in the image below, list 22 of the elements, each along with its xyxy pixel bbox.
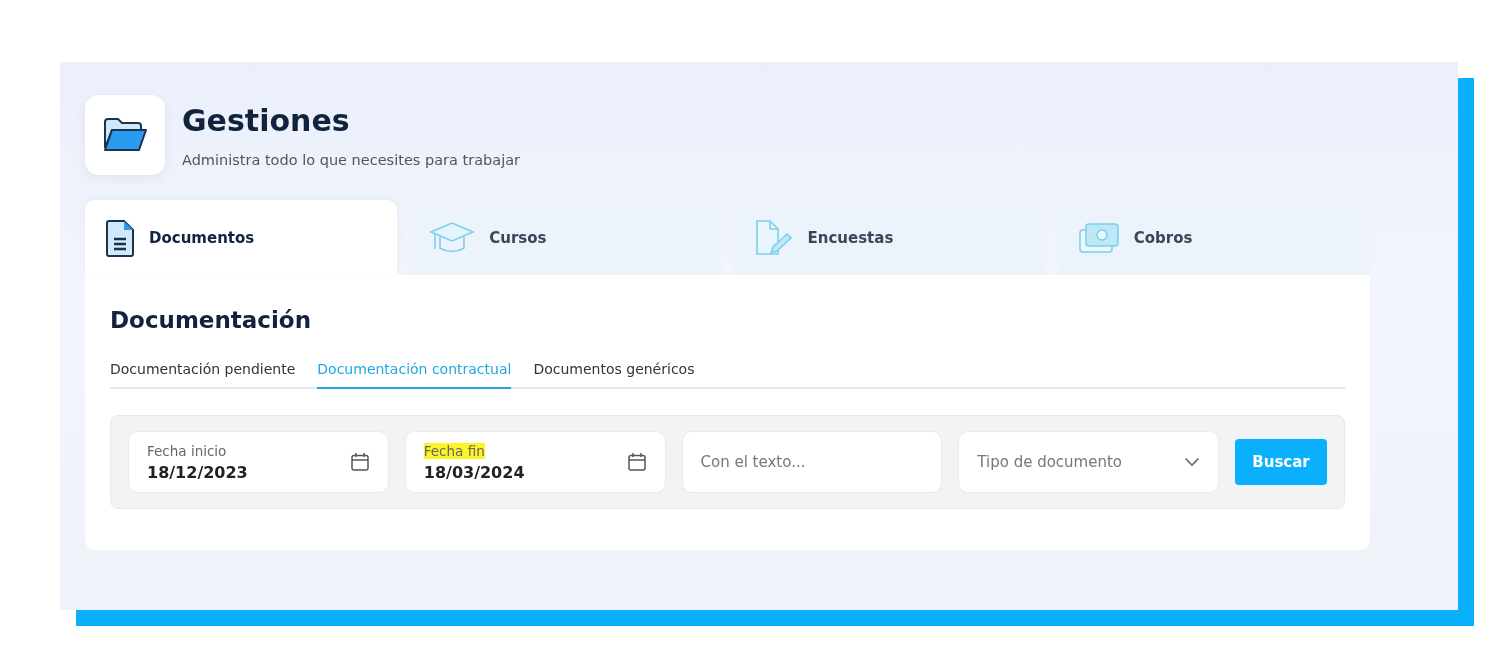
field-label: Fecha inicio [147, 442, 227, 459]
sub-tab[interactable]: Documentación pendiente [110, 361, 296, 389]
page-subtitle: Administra todo lo que necesites para trabajar [182, 151, 520, 168]
calendar-icon [626, 452, 647, 472]
sub-tab[interactable]: Documentos genéricos [533, 361, 695, 389]
category-tab[interactable]: Documentos [85, 200, 398, 275]
field-label: Fecha fin [423, 442, 485, 459]
document-icon [105, 218, 135, 257]
field-value: 18/03/2024 [423, 462, 525, 482]
page-title: Gestiones [182, 102, 351, 138]
calendar-icon [349, 452, 370, 472]
section-title: Documentación [110, 307, 313, 333]
document-pencil-icon [753, 218, 794, 257]
folder-icon [102, 116, 148, 154]
document-type-dropdown[interactable]: Tipo de documento [958, 431, 1220, 493]
chevron-down-icon [1184, 457, 1201, 467]
banknote-icon [1077, 221, 1120, 254]
field-value: 18/12/2023 [147, 462, 248, 482]
date-field[interactable]: Fecha fin 18/03/2024 [404, 431, 666, 493]
graduation-cap-icon [429, 220, 476, 255]
date-field[interactable]: Fecha inicio 18/12/2023 [128, 431, 389, 493]
text-search-field[interactable]: Con el texto... [681, 431, 943, 493]
